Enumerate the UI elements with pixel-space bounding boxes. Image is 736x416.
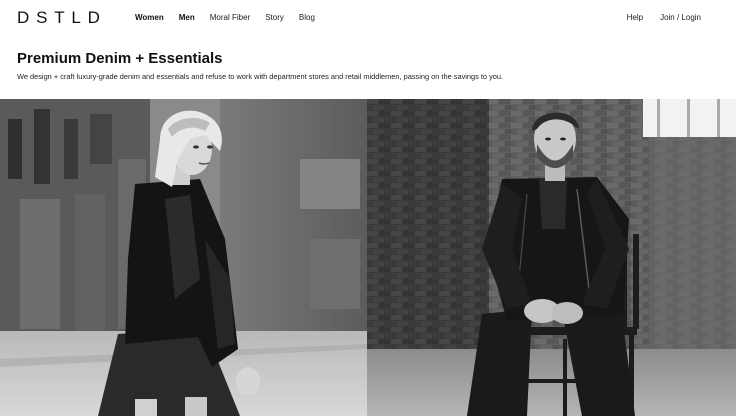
hero-banner[interactable] (0, 99, 736, 416)
woman-photo-illustration (0, 99, 367, 416)
nav-link-women[interactable]: Women (135, 13, 164, 23)
main-nav: Women Men Moral Fiber Story Blog (135, 13, 330, 23)
site-header: DSTLD Women Men Moral Fiber Story Blog H… (0, 0, 736, 36)
logo[interactable]: DSTLD (17, 9, 107, 27)
utility-nav: Help Join / Login (610, 13, 701, 23)
join-login-link[interactable]: Join / Login (660, 13, 701, 23)
man-photo-illustration (367, 99, 736, 416)
help-link[interactable]: Help (627, 13, 643, 23)
page: DSTLD Women Men Moral Fiber Story Blog H… (0, 0, 736, 416)
nav-link-blog[interactable]: Blog (299, 13, 315, 23)
page-title: Premium Denim + Essentials (17, 50, 223, 67)
nav-link-moral-fiber[interactable]: Moral Fiber (210, 13, 250, 23)
man-in-leather-jacket-photo[interactable] (367, 99, 736, 416)
woman-in-leather-jacket-photo[interactable] (0, 99, 367, 416)
nav-link-story[interactable]: Story (265, 13, 284, 23)
intro-description: We design + craft luxury-grade denim and… (17, 72, 504, 81)
nav-link-men[interactable]: Men (179, 13, 195, 23)
